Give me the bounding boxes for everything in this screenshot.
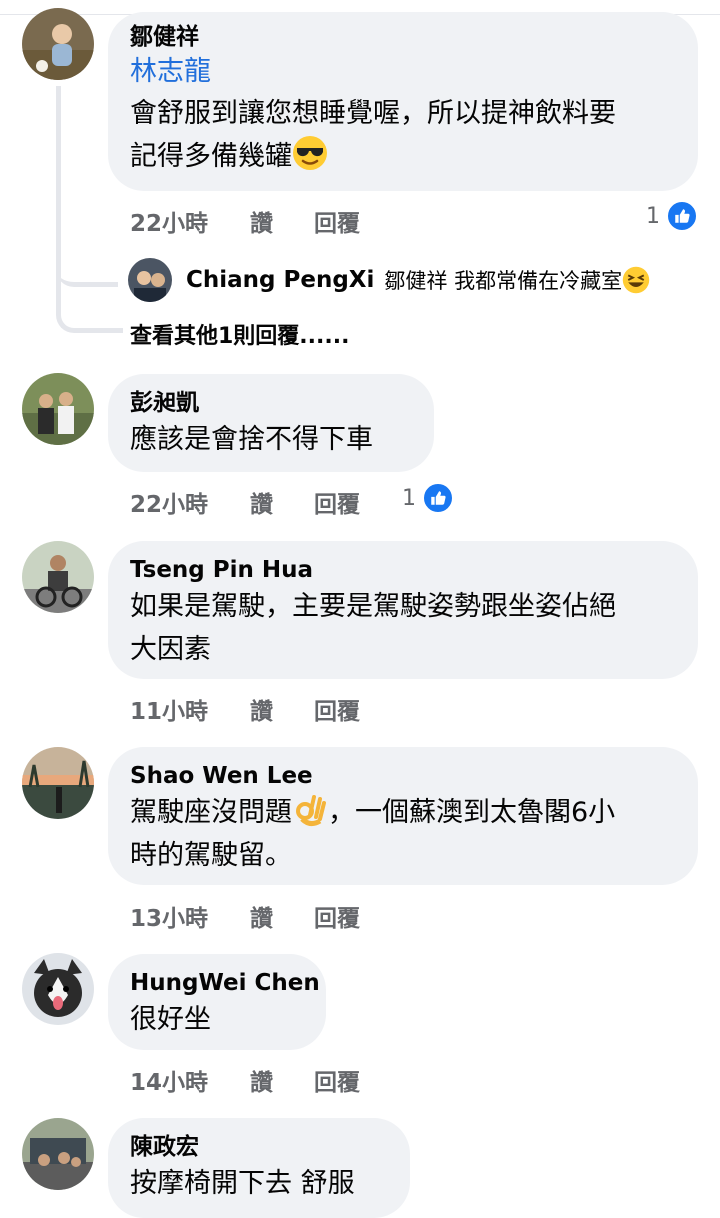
avatar[interactable] [22,1118,94,1190]
reply-button[interactable]: 回覆 [314,899,360,933]
like-button[interactable]: 讚 [250,485,314,519]
reply-author[interactable]: Chiang PengXi [186,267,374,293]
like-reaction-icon [666,200,698,232]
comment-text-line: 時的駕駛留。 [130,840,292,871]
comment-bubble: Shao Wen Lee 駕駛座沒問題 ，一個蘇澳到太魯閣6小 時的駕駛留。 [108,747,698,885]
comment-author[interactable]: 鄒健祥 [130,22,676,52]
avatar[interactable] [22,373,94,445]
comment-time[interactable]: 13小時 [130,899,250,933]
reaction-count[interactable]: 1 [646,200,698,232]
reaction-number: 1 [402,485,416,511]
comment-time[interactable]: 14小時 [130,1063,250,1097]
mention-link[interactable]: 林志龍 [130,52,676,92]
avatar[interactable] [22,747,94,819]
comment-text: 按摩椅開下去 舒服 [130,1162,388,1205]
comment-text-line: 應該是會捨不得下車 [130,424,373,455]
comment-text-line-content: 駕駛座沒問題 [130,797,292,828]
reaction-number: 1 [646,203,660,229]
comment-text-line: 記得多備幾罐 [130,135,676,178]
like-reaction-icon [422,482,454,514]
like-button[interactable]: 讚 [250,692,314,726]
comment-author[interactable]: HungWei Chen [130,968,320,998]
comment-time[interactable]: 11小時 [130,692,250,726]
comment-text-line: 會舒服到讓您想睡覺喔，所以提神飲料要 [130,98,616,129]
reply-text: 鄒健祥 我都常備在冷藏室 [384,269,623,293]
laughing-emoji [622,266,650,294]
comment-bubble: 彭昶凱 應該是會捨不得下車 [108,374,434,472]
comment-text: 很好坐 [130,998,304,1041]
comment-author[interactable]: Shao Wen Lee [130,761,676,791]
comment-author[interactable]: 彭昶凱 [130,388,412,418]
comment-text-line: 大因素 [130,634,211,665]
avatar[interactable] [22,541,94,613]
reply-button[interactable]: 回覆 [314,485,360,519]
nested-reply: Chiang PengXi 鄒健祥 我都常備在冷藏室 [128,258,650,302]
sunglasses-emoji [292,135,328,171]
comment-bubble: Tseng Pin Hua 如果是駕駛，主要是駕駛姿勢跟坐姿佔絕 大因素 [108,541,698,679]
comment-text-line: 很好坐 [130,1004,211,1035]
comment-text: 如果是駕駛，主要是駕駛姿勢跟坐姿佔絕 大因素 [130,585,676,671]
comment-actions: 22小時 讚 回覆 [130,204,360,238]
comment-text-line-content: ，一個蘇澳到太魯閣6小 [328,797,616,828]
comment-bubble: HungWei Chen 很好坐 [108,954,326,1050]
avatar[interactable] [128,258,172,302]
comment-author[interactable]: Tseng Pin Hua [130,555,676,585]
comment-text-line: 按摩椅開下去 舒服 [130,1168,355,1199]
comment-actions: 11小時 讚 回覆 [130,692,360,726]
reply-button[interactable]: 回覆 [314,204,360,238]
comment-time[interactable]: 22小時 [130,204,250,238]
comment-actions: 22小時 讚 回覆 [130,485,360,519]
like-button[interactable]: 讚 [250,204,314,238]
comment-time[interactable]: 22小時 [130,485,250,519]
reply-button[interactable]: 回覆 [314,1063,360,1097]
reaction-count[interactable]: 1 [402,482,454,514]
comment-text-line: 如果是駕駛，主要是駕駛姿勢跟坐姿佔絕 [130,591,616,622]
ok-hand-emoji [292,791,328,827]
comment-bubble: 陳政宏 按摩椅開下去 舒服 [108,1118,410,1218]
reply-button[interactable]: 回覆 [314,692,360,726]
comment-author[interactable]: 陳政宏 [130,1132,388,1162]
comment-text: 會舒服到讓您想睡覺喔，所以提神飲料要 記得多備幾罐 [130,92,676,178]
view-more-replies-link[interactable]: 查看其他1則回覆...... [130,318,349,350]
comment-text: 駕駛座沒問題 ，一個蘇澳到太魯閣6小 時的駕駛留。 [130,791,676,877]
avatar[interactable] [22,953,94,1025]
comment-text: 應該是會捨不得下車 [130,418,412,461]
comment-text-line: 駕駛座沒問題 ，一個蘇澳到太魯閣6小 [130,791,676,834]
avatar[interactable] [22,8,94,80]
comment-text-line-content: 記得多備幾罐 [130,141,292,172]
like-button[interactable]: 讚 [250,1063,314,1097]
comment-bubble: 鄒健祥 林志龍 會舒服到讓您想睡覺喔，所以提神飲料要 記得多備幾罐 [108,12,698,191]
comment-actions: 13小時 讚 回覆 [130,899,360,933]
like-button[interactable]: 讚 [250,899,314,933]
comment-actions: 14小時 讚 回覆 [130,1063,360,1097]
